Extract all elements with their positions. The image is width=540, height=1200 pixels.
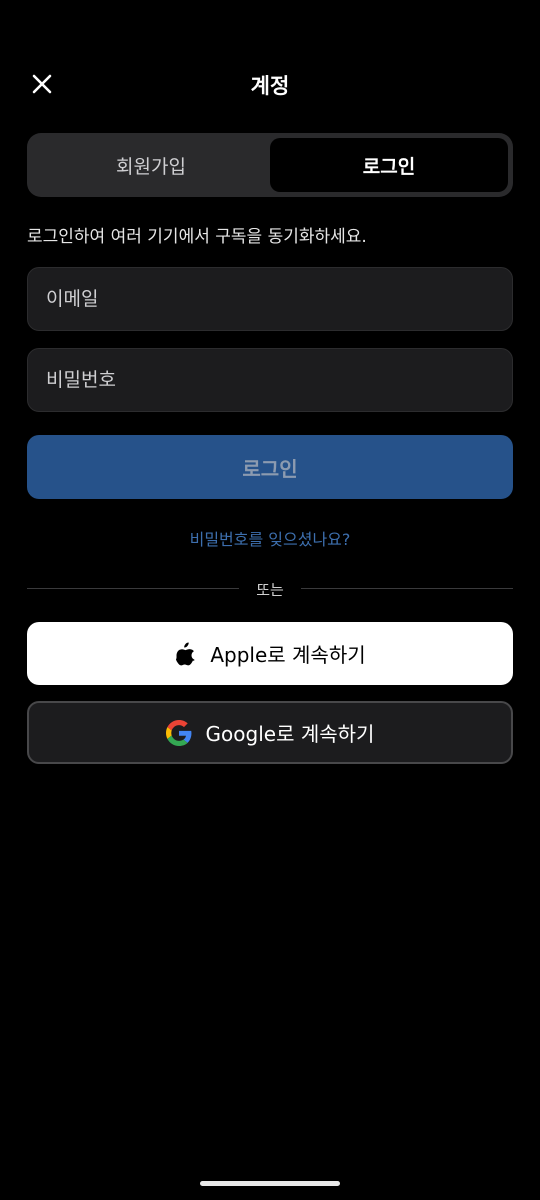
password-input[interactable] xyxy=(27,348,513,412)
header: 계정 xyxy=(0,56,540,116)
google-icon xyxy=(165,719,192,746)
divider-line-right xyxy=(301,588,513,589)
google-signin-label: Google로 계속하기 xyxy=(205,722,375,746)
home-indicator xyxy=(200,1181,340,1186)
apple-icon xyxy=(174,641,196,666)
auth-mode-tabs: 회원가입 로그인 xyxy=(27,133,513,197)
tab-signup[interactable]: 회원가입 xyxy=(32,138,270,192)
divider-label: 또는 xyxy=(256,581,284,599)
login-subtitle: 로그인하여 여러 기기에서 구독을 동기화하세요. xyxy=(27,227,367,247)
login-button[interactable]: 로그인 xyxy=(27,435,513,499)
or-divider: 또는 xyxy=(27,578,513,600)
apple-signin-button[interactable]: Apple로 계속하기 xyxy=(27,622,513,685)
google-signin-button[interactable]: Google로 계속하기 xyxy=(27,701,513,764)
apple-signin-label: Apple로 계속하기 xyxy=(210,643,366,667)
page-title: 계정 xyxy=(250,74,290,98)
forgot-password-link[interactable]: 비밀번호를 잊으셨나요? xyxy=(0,526,540,550)
account-screen: 계정 회원가입 로그인 로그인하여 여러 기기에서 구독을 동기화하세요. 로그… xyxy=(0,0,540,1200)
email-input[interactable] xyxy=(27,267,513,331)
tab-login[interactable]: 로그인 xyxy=(270,138,508,192)
